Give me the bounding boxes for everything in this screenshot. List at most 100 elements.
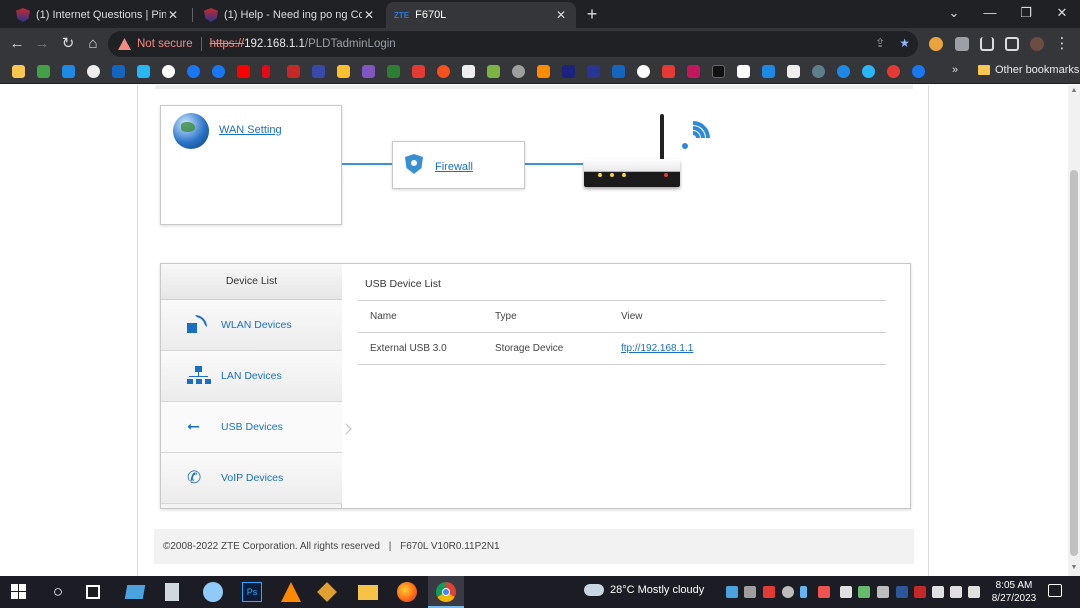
bookmark-icon[interactable]	[112, 65, 125, 78]
bookmark-icon[interactable]	[612, 65, 625, 78]
bookmark-star-icon[interactable]: ★	[899, 36, 910, 50]
bookmark-icon[interactable]	[412, 65, 425, 78]
sidebar-item-usb-devices[interactable]: ⭠ USB Devices	[161, 402, 342, 453]
notification-icon[interactable]	[1048, 584, 1062, 597]
restore-button[interactable]: ❐	[1008, 0, 1044, 28]
tray-icon[interactable]	[858, 586, 870, 598]
scroll-down-icon[interactable]: ▼	[1070, 564, 1078, 572]
tab-internet-questions[interactable]: (1) Internet Questions | Pinoy Inte ✕	[8, 2, 188, 28]
puzzle-icon[interactable]	[955, 37, 969, 51]
bookmark-icon[interactable]	[62, 65, 75, 78]
tray-icon[interactable]	[840, 586, 852, 598]
bookmark-icon[interactable]	[837, 65, 850, 78]
tray-icon[interactable]	[782, 586, 794, 598]
firefox-icon[interactable]	[397, 582, 417, 602]
close-icon[interactable]: ✕	[362, 8, 376, 22]
facebook-icon[interactable]	[912, 65, 925, 78]
search-icon[interactable]: ○	[48, 582, 68, 602]
other-bookmarks[interactable]: Other bookmarks	[978, 64, 1079, 76]
bookmark-icon[interactable]	[137, 65, 150, 78]
tray-icon[interactable]	[726, 586, 738, 598]
tray-icon[interactable]	[744, 586, 756, 598]
share-icon[interactable]: ⇪	[875, 36, 885, 50]
reload-icon[interactable]: ↻	[58, 34, 78, 54]
vlc-icon[interactable]	[281, 582, 301, 602]
home-icon[interactable]: ⌂	[83, 34, 103, 54]
close-icon[interactable]: ✕	[554, 8, 568, 22]
volume-icon[interactable]	[950, 586, 962, 598]
tiktok-icon[interactable]	[712, 65, 725, 78]
bookmark-icon[interactable]	[287, 65, 300, 78]
bookmark-icon[interactable]	[387, 65, 400, 78]
task-view-icon[interactable]	[86, 585, 100, 599]
bookmark-icon[interactable]	[362, 65, 375, 78]
back-icon[interactable]: ←	[7, 34, 27, 54]
tab-help-need[interactable]: (1) Help - Need ing po ng Concre ✕	[196, 2, 384, 28]
windows-start-icon[interactable]	[11, 584, 26, 599]
sidebar-icon[interactable]	[1005, 37, 1019, 51]
bookmark-icon[interactable]	[162, 65, 175, 78]
tray-icon[interactable]	[763, 586, 775, 598]
bookmark-icon[interactable]	[12, 65, 25, 78]
bookmark-icon[interactable]	[662, 65, 675, 78]
bookmark-icon[interactable]	[862, 65, 875, 78]
google-icon[interactable]	[637, 65, 650, 78]
tray-icon[interactable]	[914, 586, 926, 598]
bookmark-icon[interactable]	[887, 65, 900, 78]
bookmark-icon[interactable]	[312, 65, 325, 78]
bookmark-icon[interactable]	[787, 65, 800, 78]
menu-icon[interactable]: ⋮	[1052, 34, 1072, 54]
file-explorer-icon[interactable]	[358, 585, 378, 600]
close-window-button[interactable]: ✕	[1044, 0, 1080, 28]
app-icon[interactable]	[317, 582, 337, 602]
tray-icon[interactable]	[877, 586, 889, 598]
bookmark-icon[interactable]	[687, 65, 700, 78]
bookmark-icon[interactable]	[737, 65, 750, 78]
app-icon[interactable]	[203, 582, 223, 602]
netflix-icon[interactable]	[262, 65, 270, 78]
minimize-button[interactable]: —	[972, 0, 1008, 28]
bookmarks-overflow-button[interactable]: »	[952, 64, 958, 76]
language-icon[interactable]	[968, 586, 980, 598]
ftp-link[interactable]: ftp://192.168.1.1	[621, 343, 693, 354]
bookmark-icon[interactable]	[462, 65, 475, 78]
weather-widget[interactable]: 28°C Mostly cloudy	[584, 584, 704, 596]
extension-icon[interactable]	[929, 37, 943, 51]
youtube-icon[interactable]	[237, 65, 250, 78]
bookmark-icon[interactable]	[762, 65, 775, 78]
bookmark-icon[interactable]	[587, 65, 600, 78]
sidebar-item-wlan-devices[interactable]: WLAN Devices	[161, 300, 342, 351]
bookmark-icon[interactable]	[812, 65, 825, 78]
wan-setting-link[interactable]: WAN Setting	[219, 124, 282, 136]
network-icon[interactable]	[932, 586, 944, 598]
avatar[interactable]	[1030, 37, 1044, 51]
bookmark-icon[interactable]	[337, 65, 350, 78]
app-icon[interactable]	[124, 585, 146, 599]
bookmark-icon[interactable]	[512, 65, 525, 78]
bookmark-icon[interactable]	[487, 65, 500, 78]
photoshop-icon[interactable]: Ps	[242, 582, 262, 602]
security-label[interactable]: Not secure	[137, 38, 193, 50]
tray-icon[interactable]	[818, 586, 830, 598]
facebook-icon[interactable]	[212, 65, 225, 78]
scroll-up-icon[interactable]: ▲	[1070, 87, 1078, 95]
bookmark-icon[interactable]	[37, 65, 50, 78]
sidebar-item-lan-devices[interactable]: LAN Devices	[161, 351, 342, 402]
bluetooth-icon[interactable]	[800, 586, 807, 598]
bookmark-icon[interactable]	[87, 65, 100, 78]
tab-search-icon[interactable]: ⌄	[936, 0, 972, 28]
calculator-icon[interactable]	[165, 583, 179, 601]
download-icon[interactable]	[980, 37, 994, 51]
bookmark-icon[interactable]	[437, 65, 450, 78]
system-clock[interactable]: 8:05 AM 8/27/2023	[990, 579, 1038, 605]
word-icon[interactable]	[896, 586, 908, 598]
firewall-link[interactable]: Firewall	[435, 161, 473, 173]
tab-f670l[interactable]: ZTE F670L ✕	[386, 2, 576, 28]
bookmark-icon[interactable]	[537, 65, 550, 78]
new-tab-button[interactable]: +	[582, 4, 602, 24]
address-bar[interactable]: Not secure https:// 192.168.1.1 /PLDTadm…	[108, 31, 918, 57]
facebook-icon[interactable]	[187, 65, 200, 78]
forward-icon[interactable]: →	[32, 34, 52, 54]
bookmark-icon[interactable]	[562, 65, 575, 78]
scroll-thumb[interactable]	[1070, 170, 1078, 556]
